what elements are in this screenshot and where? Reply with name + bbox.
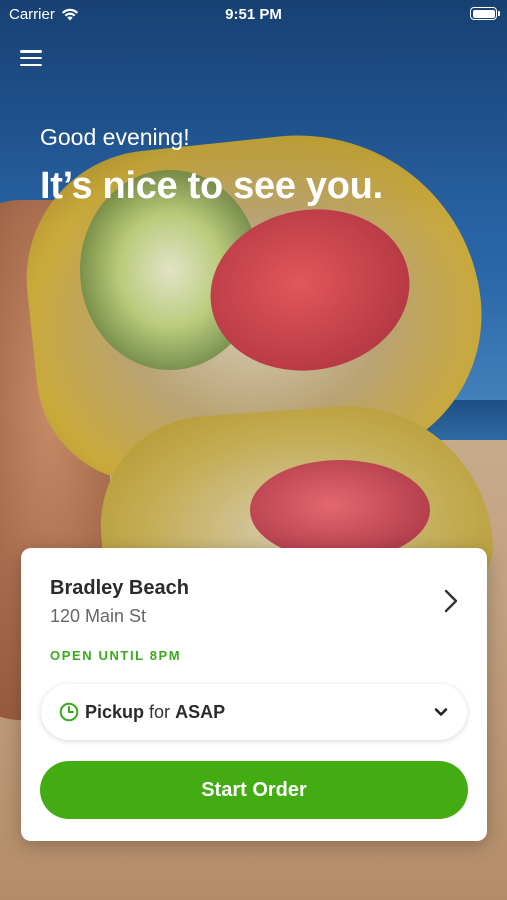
location-address[interactable]: 120 Main St [50,606,146,627]
location-chevron-right-icon[interactable] [440,588,462,614]
start-order-button[interactable]: Start Order [40,761,468,819]
order-mode-connector: for [149,701,171,722]
order-card: Bradley Beach 120 Main St OPEN UNTIL 8PM… [21,548,487,841]
order-mode-value: Pickup [85,701,145,722]
order-mode-text: Pickup for ASAP [85,702,225,723]
hours-label: OPEN UNTIL 8PM [50,648,182,663]
menu-icon[interactable] [20,48,42,68]
status-time: 9:51 PM [225,6,282,23]
status-bar: Carrier 9:51 PM [0,0,507,30]
greeting-text: Good evening! [40,124,190,150]
order-time-value: ASAP [175,701,226,722]
chevron-down-icon [434,708,448,716]
location-name[interactable]: Bradley Beach [50,577,189,600]
order-mode-selector[interactable]: Pickup for ASAP [41,684,467,740]
clock-icon [59,702,79,722]
headline-text: It’s nice to see you. [40,165,383,207]
battery-icon [470,7,500,20]
